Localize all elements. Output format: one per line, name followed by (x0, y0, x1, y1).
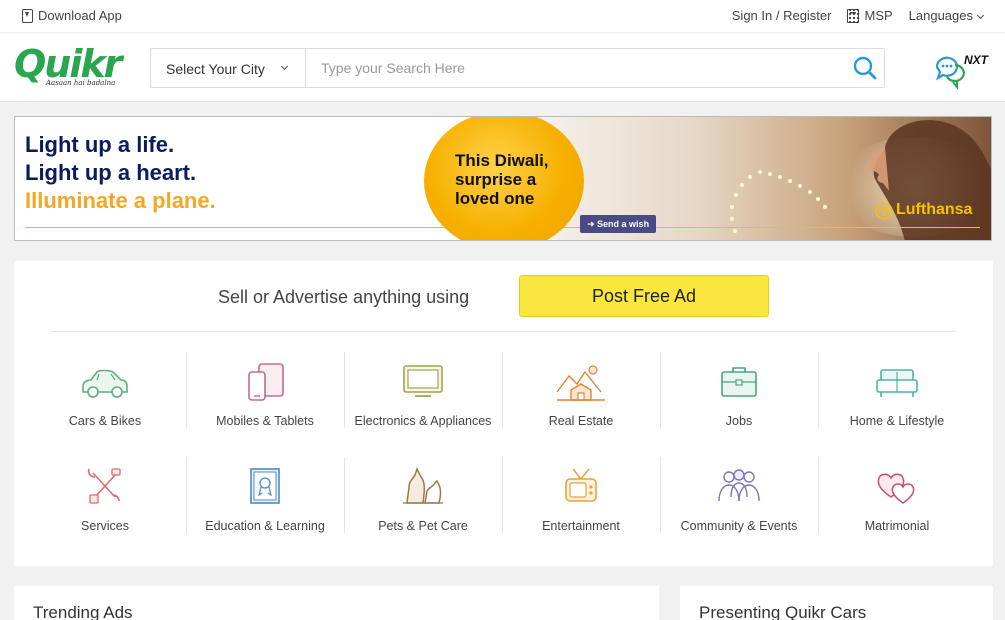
trending-ads-section: Trending Ads (14, 586, 659, 620)
mobile-tablet-icon (248, 363, 284, 401)
category-cars-bikes[interactable]: Cars & Bikes (26, 352, 184, 428)
top-utility-bar: Download App Sign In / Register MSP Lang… (0, 0, 1005, 32)
quikr-nxt-chat-button[interactable]: NXT (933, 51, 995, 91)
nxt-label: NXT (964, 53, 988, 67)
quikr-logo[interactable]: Quikr Aasaan hai badalna (14, 45, 124, 91)
banner-headline-1: Light up a life. (25, 132, 175, 157)
car-icon (82, 369, 128, 398)
pets-icon (403, 467, 443, 504)
card-divider (50, 331, 956, 332)
category-label: Pets & Pet Care (378, 519, 468, 533)
arrow-right-icon: ➜ (587, 219, 598, 229)
calculator-icon (847, 8, 860, 23)
category-label: Jobs (725, 414, 753, 428)
city-selector[interactable]: Select Your City (151, 49, 306, 87)
category-home-lifestyle[interactable]: Home & Lifestyle (818, 352, 976, 428)
sofa-icon (876, 369, 918, 397)
category-electronics-appliances[interactable]: Electronics & Appliances (344, 352, 502, 428)
banner-circle-text: This Diwali, surprise a loved one (455, 151, 549, 208)
lufthansa-brand: Lufthansa (896, 201, 973, 218)
house-icon (556, 365, 605, 401)
search-bar: Select Your City (150, 48, 885, 88)
crane-logo-icon (875, 202, 893, 220)
msp-link[interactable]: MSP (847, 8, 893, 23)
category-label: Real Estate (548, 414, 614, 428)
category-matrimonial[interactable]: Matrimonial (818, 457, 976, 533)
category-jobs[interactable]: Jobs (660, 352, 818, 428)
certificate-icon (250, 468, 280, 504)
site-header: Quikr Aasaan hai badalna Select Your Cit… (0, 32, 1005, 102)
search-button[interactable] (848, 53, 882, 83)
send-wish-label: Send a wish (597, 219, 650, 229)
category-entertainment[interactable]: Entertainment (502, 457, 660, 533)
category-services[interactable]: Services (26, 457, 184, 533)
banner-headline-2: Light up a heart. (25, 160, 197, 185)
briefcase-icon (721, 367, 757, 397)
logo-tagline: Aasaan hai badalna (46, 79, 116, 87)
download-app-label: Download App (38, 8, 122, 23)
search-icon (853, 56, 877, 80)
download-icon (22, 8, 33, 23)
msp-label: MSP (864, 8, 893, 23)
retro-tv-icon (565, 468, 597, 502)
category-label: Electronics & Appliances (354, 414, 492, 428)
logo-wordmark: Quikr (14, 42, 122, 86)
languages-dropdown[interactable]: Languages (908, 8, 985, 23)
category-mobiles-tablets[interactable]: Mobiles & Tablets (186, 352, 344, 428)
tv-icon (403, 365, 443, 397)
fairy-lights (730, 170, 827, 233)
promo-banner[interactable]: Light up a life. Light up a heart. Illum… (14, 116, 992, 241)
category-label: Cars & Bikes (68, 414, 142, 428)
category-label: Services (81, 519, 129, 533)
people-icon (718, 469, 760, 502)
send-wish-button[interactable]: ➜ Send a wish (580, 215, 657, 233)
city-selector-label: Select Your City (166, 61, 265, 77)
category-label: Entertainment (542, 519, 620, 533)
category-label: Matrimonial (864, 519, 930, 533)
banner-headline-3: Illuminate a plane. (25, 188, 216, 213)
download-app-link[interactable]: Download App (22, 8, 122, 23)
chevron-down-icon (976, 11, 985, 20)
category-label: Home & Lifestyle (849, 414, 945, 428)
top-right-links: Sign In / Register MSP Languages (732, 8, 985, 23)
chevron-down-icon (280, 62, 289, 71)
category-label: Mobiles & Tablets (216, 414, 314, 428)
hearts-icon (877, 473, 915, 504)
category-label: Education & Learning (205, 519, 325, 533)
category-pets-petcare[interactable]: Pets & Pet Care (344, 457, 502, 533)
banner-woman-illustration (868, 120, 991, 240)
post-free-ad-button[interactable]: Post Free Ad (519, 275, 769, 317)
search-input[interactable] (321, 57, 841, 79)
tools-icon (87, 468, 121, 504)
category-real-estate[interactable]: Real Estate (502, 352, 660, 428)
category-education-learning[interactable]: Education & Learning (186, 457, 344, 533)
quikr-cars-section: Presenting Quikr Cars (680, 586, 993, 620)
trending-ads-title: Trending Ads (33, 603, 133, 620)
sell-prompt: Sell or Advertise anything using (218, 287, 470, 307)
signin-register-link[interactable]: Sign In / Register (732, 8, 832, 23)
languages-label: Languages (908, 8, 973, 23)
categories-card: Sell or Advertise anything using Post Fr… (14, 261, 993, 566)
category-label: Community & Events (680, 519, 798, 533)
category-community-events[interactable]: Community & Events (660, 457, 818, 533)
quikr-cars-title: Presenting Quikr Cars (699, 603, 867, 620)
